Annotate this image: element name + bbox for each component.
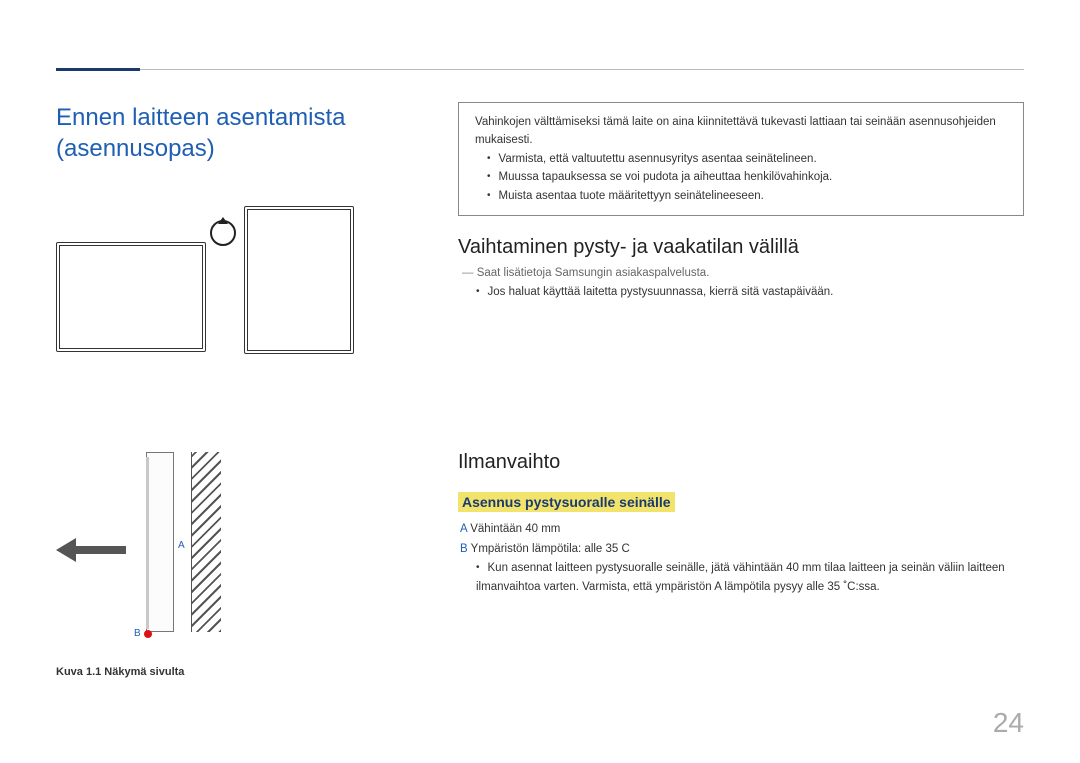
manual-page: Ennen laitteen asentamista (asennusopas)… [0, 0, 1080, 763]
rotate-ccw-icon [206, 216, 240, 250]
warning-item: Varmista, että valtuutettu asennusyritys… [487, 150, 1007, 168]
label-b: B [134, 628, 141, 639]
dot-marker-icon [144, 630, 152, 638]
sideview-figure: A B [56, 452, 446, 652]
wall-hatch-icon [191, 452, 221, 632]
warning-box: Vahinkojen välttämiseksi tämä laite on a… [458, 102, 1024, 216]
switching-item: Jos haluat käyttää laitetta pystysuunnas… [476, 283, 1024, 301]
right-column: Vahinkojen välttämiseksi tämä laite on a… [458, 102, 1024, 678]
spec-b-key: B [460, 543, 468, 555]
spec-b: B Ympäristön lämpötila: alle 35 C [460, 540, 1024, 560]
spec-a-text: Vähintään 40 mm [467, 523, 560, 535]
spec-b-text: Ympäristön lämpötila: alle 35 C [468, 543, 630, 555]
header-rule-accent [56, 68, 140, 71]
warning-item: Muussa tapauksessa se voi pudota ja aihe… [487, 168, 1007, 186]
portrait-outline-icon [244, 206, 354, 354]
header-rule [140, 69, 1024, 70]
left-column: Ennen laitteen asentamista (asennusopas)… [56, 102, 446, 678]
switching-heading: Vaihtaminen pysty- ja vaakatilan välillä [458, 236, 1024, 259]
landscape-outline-icon [56, 242, 206, 352]
monitor-side-icon [146, 452, 174, 632]
ventilation-subheading: Asennus pystysuoralle seinälle [458, 492, 675, 512]
warning-intro: Vahinkojen välttämiseksi tämä laite on a… [475, 113, 1007, 150]
figure-caption: Kuva 1.1 Näkymä sivulta [56, 666, 446, 678]
spec-a-key: A [460, 523, 467, 535]
spec-a: A Vähintään 40 mm [460, 520, 1024, 540]
section-title: Ennen laitteen asentamista (asennusopas) [56, 102, 446, 164]
ventilation-item: Kun asennat laitteen pystysuoralle seinä… [476, 559, 1024, 596]
switching-note: Saat lisätietoja Samsungin asiakaspalvel… [462, 267, 1024, 279]
warning-item: Muista asentaa tuote määritettyyn seinät… [487, 187, 1007, 205]
arrow-left-icon [56, 538, 126, 562]
gap-label-a: A [178, 540, 185, 551]
page-number: 24 [993, 707, 1024, 739]
orientation-figure [56, 192, 446, 372]
ventilation-heading: Ilmanvaihto [458, 451, 1024, 474]
